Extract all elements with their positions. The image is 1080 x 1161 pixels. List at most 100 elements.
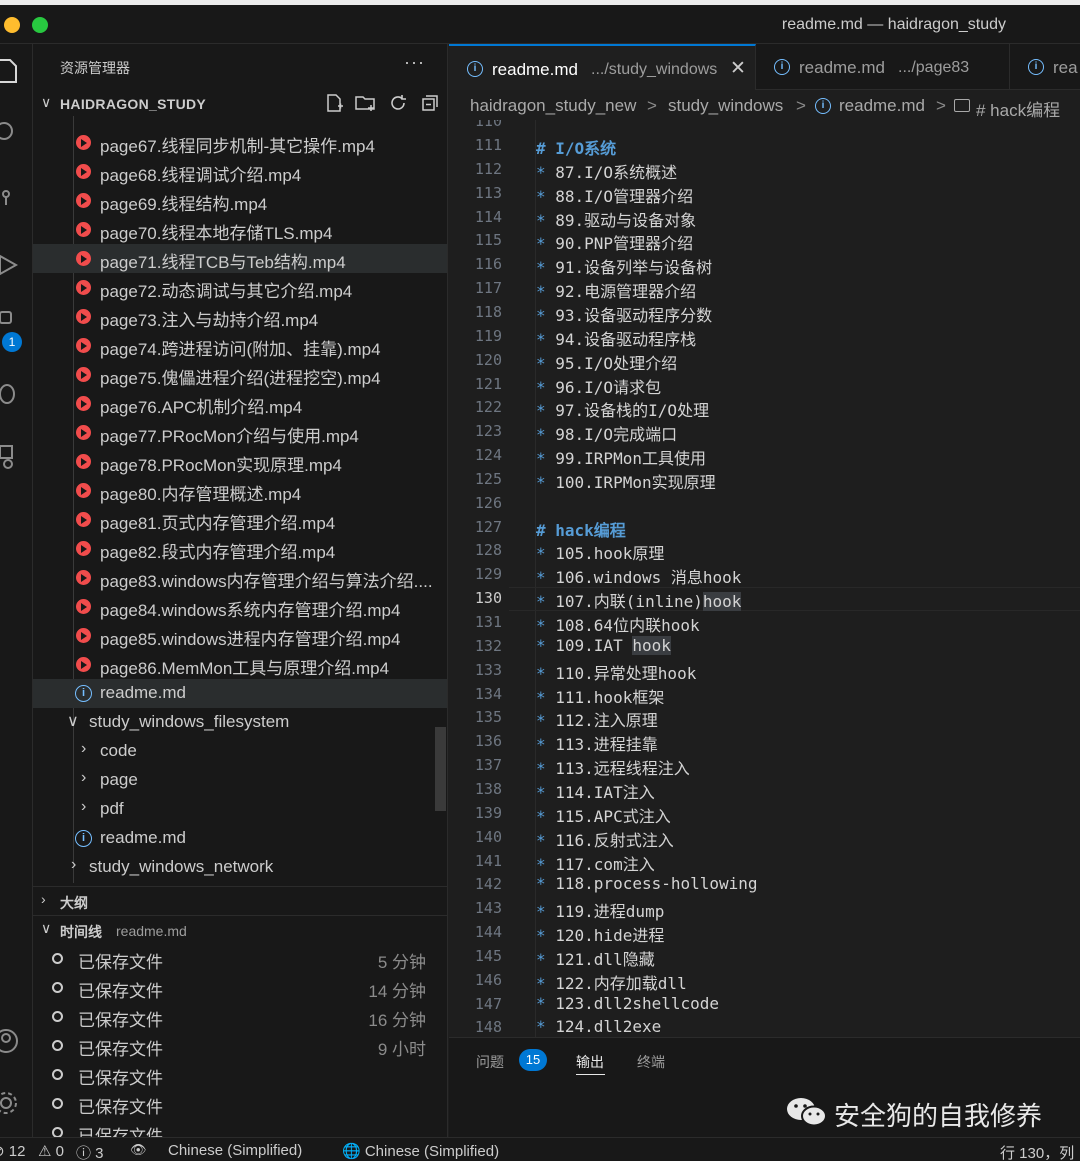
tab-readme-study-windows[interactable]: i readme.md .../study_windows ✕ <box>449 44 756 90</box>
language-indicator[interactable]: Chinese (Simplified) <box>168 1142 302 1159</box>
code-line: 132 * 109.IAT hook <box>449 635 1080 659</box>
tree-file[interactable]: i readme.md <box>33 824 447 853</box>
tab-output[interactable]: 输出 <box>576 1052 604 1072</box>
tab-readme-page83[interactable]: i readme.md .../page83 <box>756 44 1010 90</box>
problems-count-badge: 15 <box>519 1049 547 1071</box>
tree-folder[interactable]: › pdf <box>33 795 447 824</box>
tree-file[interactable]: page70.线程本地存储TLS.mp4 <box>33 215 447 244</box>
timeline-item[interactable]: 已保存文件 <box>33 1089 447 1118</box>
tab-problems[interactable]: 问题 <box>476 1052 504 1072</box>
tree-file[interactable]: page78.PRocMon实现原理.mp4 <box>33 447 447 476</box>
minimize-button[interactable] <box>4 17 20 33</box>
tree-file[interactable]: page80.内存管理概述.mp4 <box>33 476 447 505</box>
tab-readme-third[interactable]: i rea <box>1010 44 1080 90</box>
watch-icon[interactable]: 👁 <box>130 1142 147 1158</box>
tree-folder[interactable]: › code <box>33 737 447 766</box>
infos-count[interactable]: ⓘ 3 <box>76 1142 104 1161</box>
tree-file[interactable]: page71.线程TCB与Teb结构.mp4 <box>33 244 447 273</box>
tree-file[interactable]: i readme.md <box>33 679 447 708</box>
account-icon[interactable] <box>0 1026 22 1056</box>
timeline-item[interactable]: 已保存文件 5 分钟 <box>33 944 447 973</box>
timeline-item[interactable]: 已保存文件 <box>33 1118 447 1137</box>
chevron-down-icon: ∨ <box>67 713 79 730</box>
list-item: * 92.电源管理器介绍 <box>536 278 696 302</box>
code-line: 133 * 110.异常处理hook <box>449 659 1080 683</box>
list-item: * 112.注入原理 <box>536 707 658 731</box>
search-icon[interactable] <box>0 118 22 148</box>
new-folder-icon[interactable] <box>354 92 376 114</box>
tree-file[interactable]: page68.线程调试介绍.mp4 <box>33 157 447 186</box>
tree-file[interactable]: page72.动态调试与其它介绍.mp4 <box>33 273 447 302</box>
timeline-item[interactable]: 已保存文件 16 分钟 <box>33 1002 447 1031</box>
timeline-section-header[interactable]: ∨ 时间线 readme.md <box>33 915 447 943</box>
timeline-item[interactable]: 已保存文件 <box>33 1060 447 1089</box>
run-debug-icon[interactable] <box>0 250 22 280</box>
list-item: * 91.设备列举与设备树 <box>536 254 712 278</box>
breadcrumb-symbol[interactable]: # hack编程 <box>976 96 1060 121</box>
breadcrumb-folder[interactable]: study_windows <box>668 96 783 116</box>
tree-item-label: page76.APC机制介绍.mp4 <box>100 398 303 417</box>
tree-file[interactable]: page69.线程结构.mp4 <box>33 186 447 215</box>
tab-terminal[interactable]: 终端 <box>637 1052 665 1072</box>
list-item-text: 90.PNP管理器介绍 <box>555 234 694 254</box>
code-line: 143 * 119.进程dump <box>449 897 1080 921</box>
line-number: 122 <box>474 398 502 417</box>
code-view[interactable]: 110 111 # I/O系统 112 * 87.I/O系统概述 113 * 88.I/O… <box>449 120 1080 1037</box>
source-control-icon[interactable] <box>0 184 22 214</box>
video-file-icon <box>76 454 91 469</box>
line-number: 134 <box>474 684 502 703</box>
new-file-icon[interactable] <box>323 92 345 114</box>
list-item: * 100.IRPMon实现原理 <box>536 469 716 493</box>
tree-file[interactable]: page75.傀儡进程介绍(进程挖空).mp4 <box>33 360 447 389</box>
bullet-marker: * <box>536 993 556 1013</box>
tree-file[interactable]: page84.windows系统内存管理介绍.mp4 <box>33 592 447 621</box>
tree-file[interactable]: page74.跨进程访问(附加、挂靠).mp4 <box>33 331 447 360</box>
bullet-marker: * <box>536 449 556 469</box>
errors-count[interactable]: ⊘ 12 <box>0 1142 25 1160</box>
timeline-item[interactable]: 已保存文件 14 分钟 <box>33 973 447 1002</box>
maximize-button[interactable] <box>32 17 48 33</box>
collapse-all-icon[interactable] <box>419 92 441 114</box>
tree-file[interactable]: page83.windows内存管理介绍与算法介绍.... <box>33 563 447 592</box>
remote-explorer-icon[interactable] <box>0 442 22 472</box>
tree-file[interactable]: page85.windows进程内存管理介绍.mp4 <box>33 621 447 650</box>
explorer-section-header[interactable]: ∨ HAIDRAGON_STUDY <box>33 92 447 116</box>
video-file-icon <box>76 251 91 266</box>
tree-file[interactable]: page82.段式内存管理介绍.mp4 <box>33 534 447 563</box>
locale-indicator[interactable]: 🌐 Chinese (Simplified) <box>342 1142 499 1160</box>
tree-file[interactable]: page77.PRocMon介绍与使用.mp4 <box>33 418 447 447</box>
tree-folder[interactable]: ∨ study_windows_filesystem <box>33 708 447 737</box>
info-icon: i <box>774 59 790 75</box>
refresh-icon[interactable] <box>387 92 409 114</box>
outline-section-header[interactable]: › 大纲 <box>33 886 447 914</box>
close-icon[interactable]: ✕ <box>730 57 746 80</box>
gear-icon[interactable] <box>0 1088 22 1118</box>
list-item: * 95.I/O处理介绍 <box>536 350 677 374</box>
timeline-item[interactable]: 已保存文件 9 小时 <box>33 1031 447 1060</box>
search-highlight: hook <box>632 635 671 655</box>
tree-file[interactable]: page81.页式内存管理介绍.mp4 <box>33 505 447 534</box>
tree-scrollbar[interactable] <box>435 727 446 811</box>
list-item-text: 91.设备列举与设备树 <box>555 258 713 278</box>
bug-icon[interactable] <box>0 378 22 408</box>
list-item: * 105.hook原理 <box>536 540 664 564</box>
explorer-icon[interactable] <box>0 56 22 86</box>
breadcrumb-file[interactable]: readme.md <box>839 96 925 116</box>
list-item-text: 97.设备栈的I/O处理 <box>555 401 710 421</box>
list-item-text: 100.IRPMon实现原理 <box>555 472 716 492</box>
list-item: * 99.IRPMon工具使用 <box>536 445 706 469</box>
video-file-icon <box>76 135 91 150</box>
line-number: 147 <box>474 994 502 1013</box>
warnings-count[interactable]: ⚠ 0 <box>38 1142 64 1160</box>
cursor-position[interactable]: 行 130，列 <box>1000 1142 1074 1161</box>
tree-file[interactable]: page76.APC机制介绍.mp4 <box>33 389 447 418</box>
tree-item-label: page67.线程同步机制-其它操作.mp4 <box>100 137 375 156</box>
bullet-marker: * <box>536 926 556 946</box>
tree-file[interactable]: page86.MemMon工具与原理介绍.mp4 <box>33 650 447 679</box>
more-actions-icon[interactable]: ··· <box>404 52 425 73</box>
tree-file[interactable]: page73.注入与劫持介绍.mp4 <box>33 302 447 331</box>
tree-folder[interactable]: › page <box>33 766 447 795</box>
tree-folder[interactable]: › study_windows_network <box>33 853 447 882</box>
tree-file[interactable]: page67.线程同步机制-其它操作.mp4 <box>33 128 447 157</box>
breadcrumb-root[interactable]: haidragon_study_new <box>470 96 636 116</box>
